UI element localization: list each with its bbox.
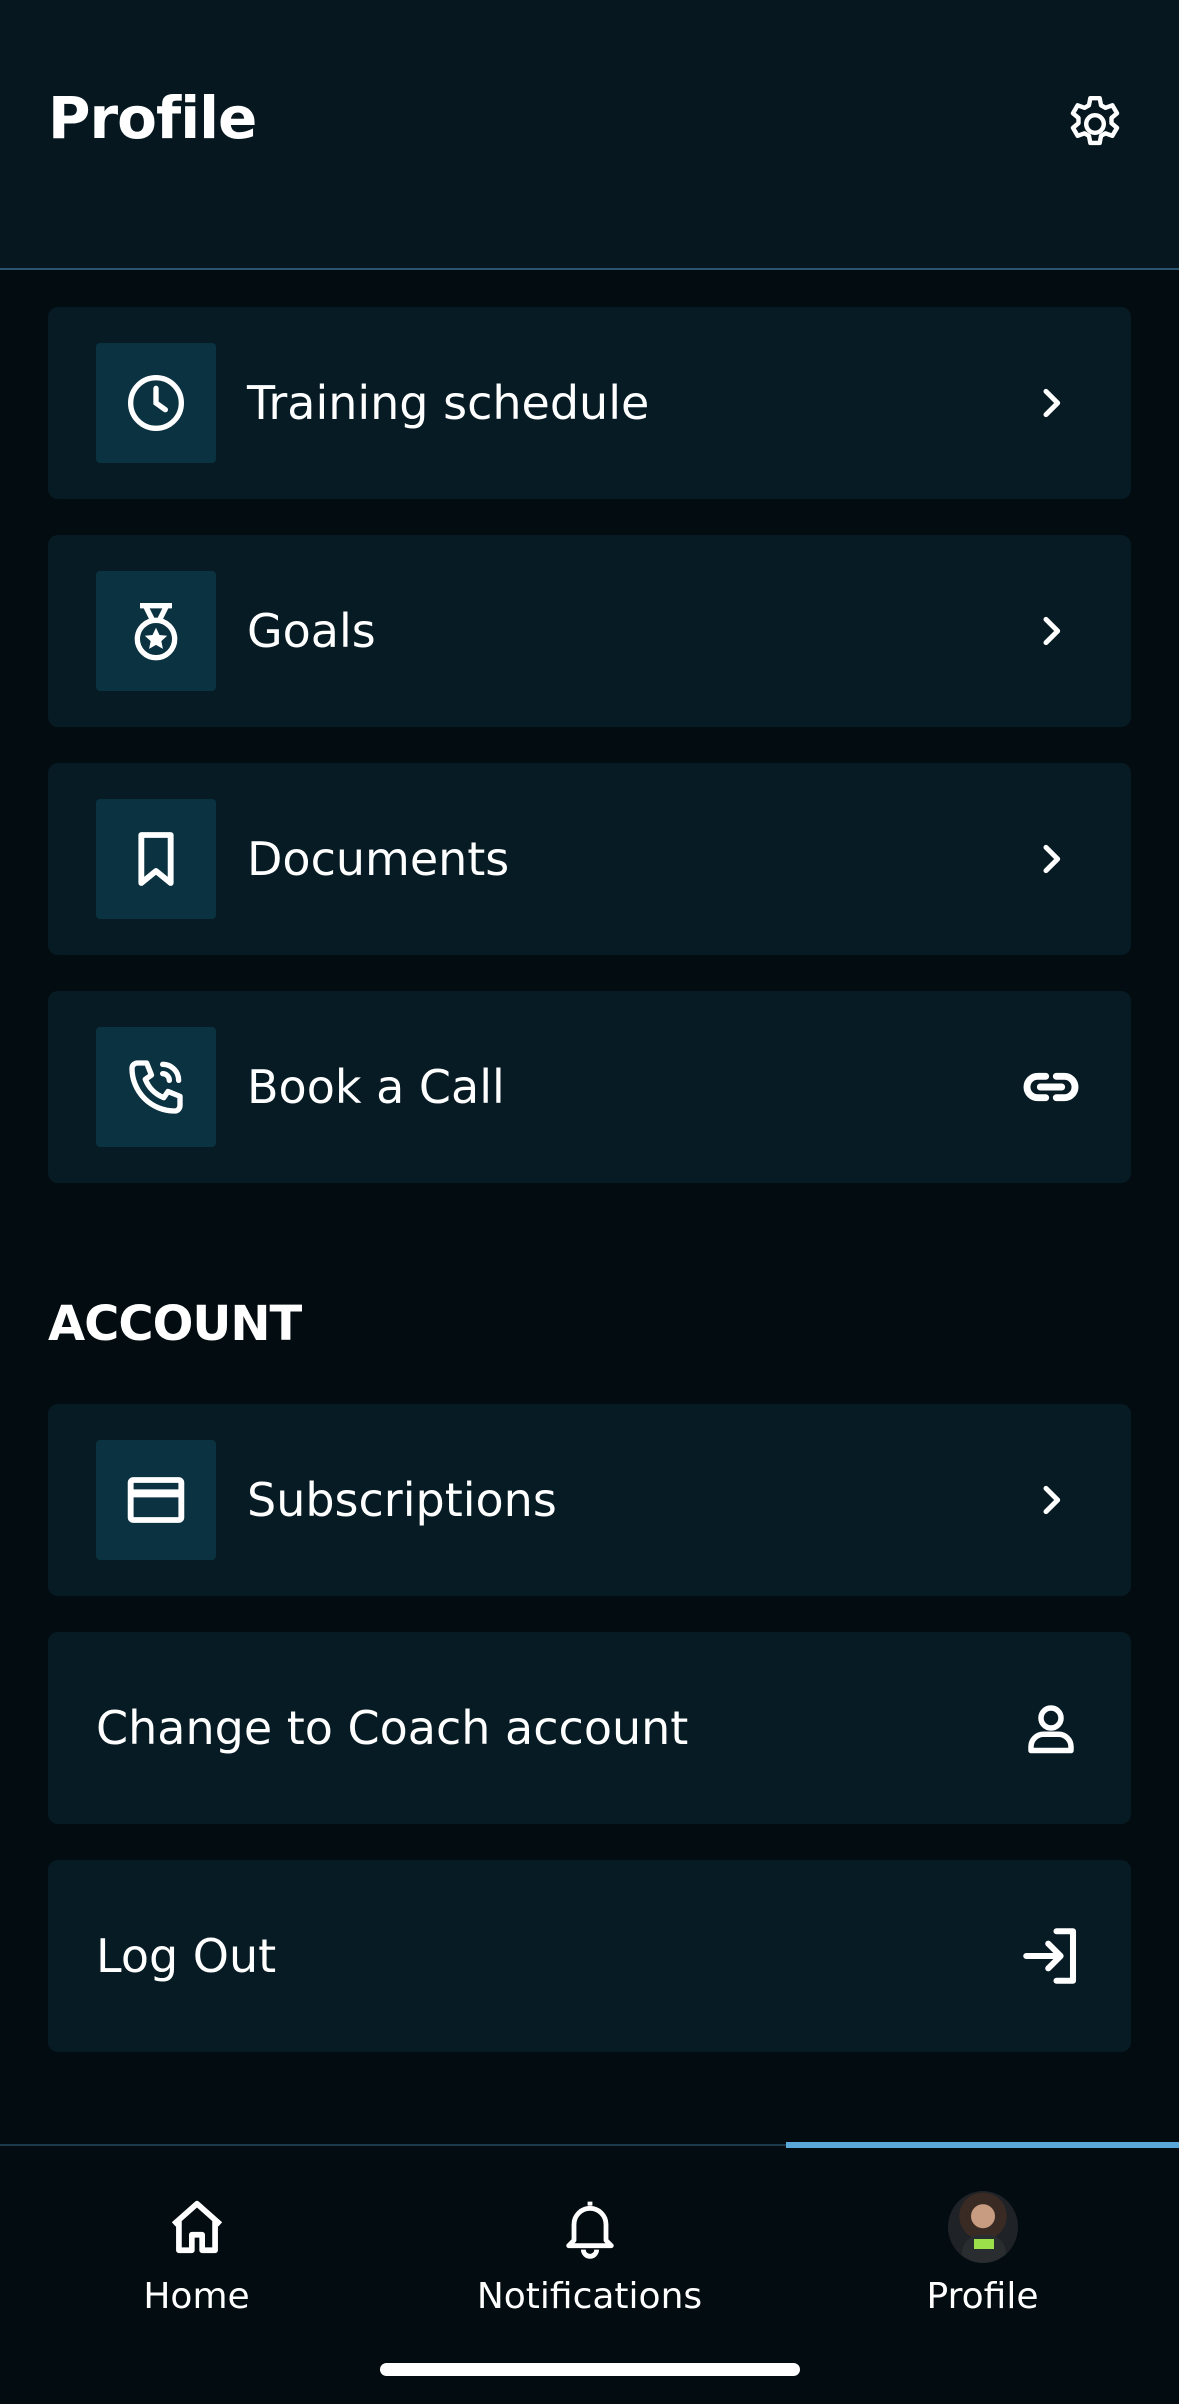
icon-box (96, 343, 216, 463)
bell-icon (565, 2201, 614, 2259)
section-title-account: ACCOUNT (48, 1296, 302, 1352)
menu-item-label: Training schedule (247, 376, 650, 430)
settings-button[interactable] (1055, 84, 1135, 164)
chevron-right-icon (1043, 388, 1061, 418)
menu-item-label: Goals (247, 604, 376, 658)
user-icon (1028, 1705, 1074, 1754)
chevron-right-icon (1043, 844, 1061, 874)
medal-icon (134, 603, 178, 661)
menu-item-book-a-call[interactable]: Book a Call (48, 991, 1131, 1183)
home-indicator (380, 2363, 800, 2376)
tab-label: Profile (926, 2276, 1039, 2317)
chevron-right-icon (1043, 616, 1061, 646)
menu-item-training-schedule[interactable]: Training schedule (48, 307, 1131, 499)
clock-icon (128, 375, 184, 431)
menu-item-label: Subscriptions (247, 1473, 557, 1527)
menu-item-label: Log Out (96, 1929, 277, 1983)
menu-item-label: Change to Coach account (96, 1701, 689, 1755)
log-in-icon (1023, 1928, 1077, 1984)
phone-call-icon (129, 1060, 183, 1114)
home-icon (171, 2200, 222, 2254)
log-out-button[interactable]: Log Out (48, 1860, 1131, 2052)
bookmark-icon (138, 832, 174, 886)
tab-profile[interactable]: Profile (786, 2146, 1179, 2346)
link-icon (1023, 1072, 1079, 1102)
chevron-right-icon (1043, 1485, 1061, 1515)
menu-item-label: Book a Call (247, 1060, 505, 1114)
icon-box (96, 1027, 216, 1147)
credit-card-icon (127, 1477, 185, 1523)
menu-item-label: Documents (247, 832, 510, 886)
icon-box (96, 571, 216, 691)
tab-notifications[interactable]: Notifications (393, 2146, 786, 2346)
avatar (947, 2191, 1018, 2263)
menu-item-documents[interactable]: Documents (48, 763, 1131, 955)
menu-item-goals[interactable]: Goals (48, 535, 1131, 727)
menu-item-subscriptions[interactable]: Subscriptions (48, 1404, 1131, 1596)
tab-label: Notifications (476, 2276, 703, 2317)
icon-box (96, 799, 216, 919)
page-title: Profile (48, 84, 257, 152)
icon-box (96, 1440, 216, 1560)
tab-home[interactable]: Home (0, 2146, 393, 2346)
gear-icon (1070, 95, 1120, 146)
tab-label: Home (143, 2276, 250, 2317)
header: Profile (0, 0, 1179, 270)
change-to-coach-account-button[interactable]: Change to Coach account (48, 1632, 1131, 1824)
